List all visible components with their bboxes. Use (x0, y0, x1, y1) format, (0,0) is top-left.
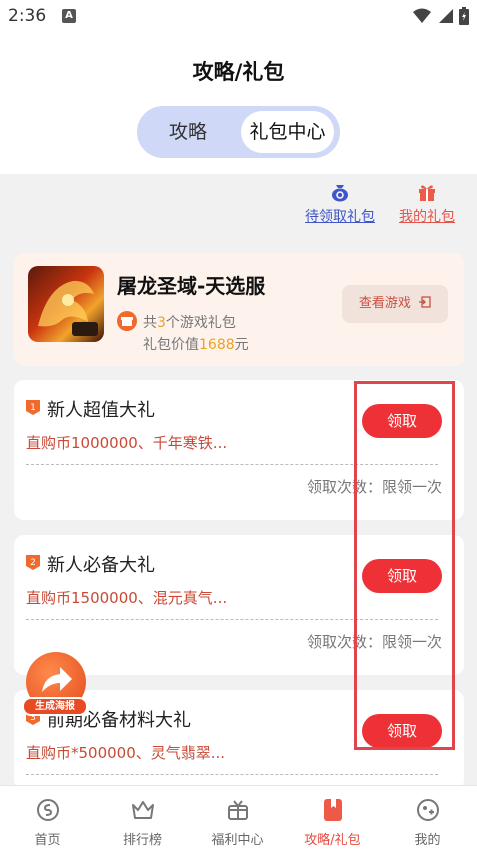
my-gifts-link[interactable]: 我的礼包 (394, 182, 460, 230)
pending-gifts-link[interactable]: 待领取礼包 (300, 182, 380, 230)
system-icons (413, 7, 469, 25)
battery-icon (459, 7, 469, 25)
highlight-box (354, 381, 455, 750)
gift-summary-icon (117, 311, 137, 331)
tab-guide-gift-label: 攻略/礼包 (304, 833, 361, 848)
status-bar: 2:36 A (0, 0, 477, 34)
tab-home[interactable]: 首页 (0, 786, 95, 849)
wifi-icon (413, 8, 431, 23)
rank-badge-icon: 2 (26, 555, 40, 570)
segmented-control: 攻略 礼包中心 (137, 106, 340, 158)
tab-mine-label: 我的 (414, 833, 441, 848)
gift-title: 新人必备大礼 (47, 555, 155, 576)
svg-text:2: 2 (30, 558, 36, 568)
generate-poster-label: 生成海报 (22, 697, 88, 716)
gift-box-icon (228, 800, 248, 820)
game-thumbnail[interactable] (28, 266, 104, 342)
header: 攻略/礼包 攻略 礼包中心 (0, 34, 477, 174)
bottom-tab-bar: 首页 排行榜 福利中心 攻略/礼包 我的 (0, 785, 477, 849)
tab-guide[interactable]: 攻略 (143, 111, 233, 153)
tab-mine[interactable]: 我的 (380, 786, 475, 849)
exit-arrow-icon (419, 296, 431, 308)
tab-ranking-label: 排行榜 (122, 833, 162, 848)
book-icon (324, 799, 342, 821)
gift-value-number: 1688 (199, 337, 235, 353)
notification-a-icon: A (62, 9, 76, 23)
gift-title: 新人超值大礼 (47, 400, 155, 421)
generate-poster-button[interactable]: 生成海报 (22, 652, 88, 718)
gift-count-number: 3 (157, 315, 166, 331)
tab-welfare-label: 福利中心 (211, 833, 264, 848)
game-name: 屠龙圣域-天选服 (117, 274, 266, 298)
tab-guide-gift[interactable]: 攻略/礼包 (285, 786, 380, 849)
gift-icon (419, 185, 435, 201)
home-coin-icon (37, 799, 59, 821)
status-time: 2:36 (8, 6, 47, 26)
gift-description: 直购币1000000、千年寒铁... (26, 434, 228, 452)
view-game-button[interactable]: 查看游戏 (342, 285, 448, 323)
gift-description: 直购币*500000、灵气翡翠... (26, 744, 226, 762)
signal-icon (439, 9, 453, 23)
crown-icon (132, 801, 154, 819)
pending-gifts-label: 待领取礼包 (305, 209, 375, 225)
tab-ranking[interactable]: 排行榜 (95, 786, 190, 849)
money-bag-icon (332, 185, 348, 202)
rank-badge-icon: 1 (26, 400, 40, 415)
dragon-art-icon (38, 280, 98, 336)
page-title: 攻略/礼包 (192, 60, 285, 84)
svg-text:1: 1 (30, 403, 36, 413)
gift-count-text: 共3个游戏礼包 (143, 315, 236, 331)
profile-icon (417, 799, 439, 821)
game-card: 屠龙圣域-天选服 共3个游戏礼包 礼包价值1688元 查看游戏 (14, 253, 464, 366)
gift-value-text: 礼包价值1688元 (143, 337, 249, 353)
divider (26, 774, 438, 775)
tab-welfare[interactable]: 福利中心 (190, 786, 285, 849)
tab-home-label: 首页 (34, 833, 61, 848)
gift-description: 直购币1500000、混元真气... (26, 589, 228, 607)
view-game-label: 查看游戏 (358, 296, 411, 311)
my-gifts-label: 我的礼包 (399, 209, 455, 225)
tab-gift-center[interactable]: 礼包中心 (241, 111, 334, 153)
